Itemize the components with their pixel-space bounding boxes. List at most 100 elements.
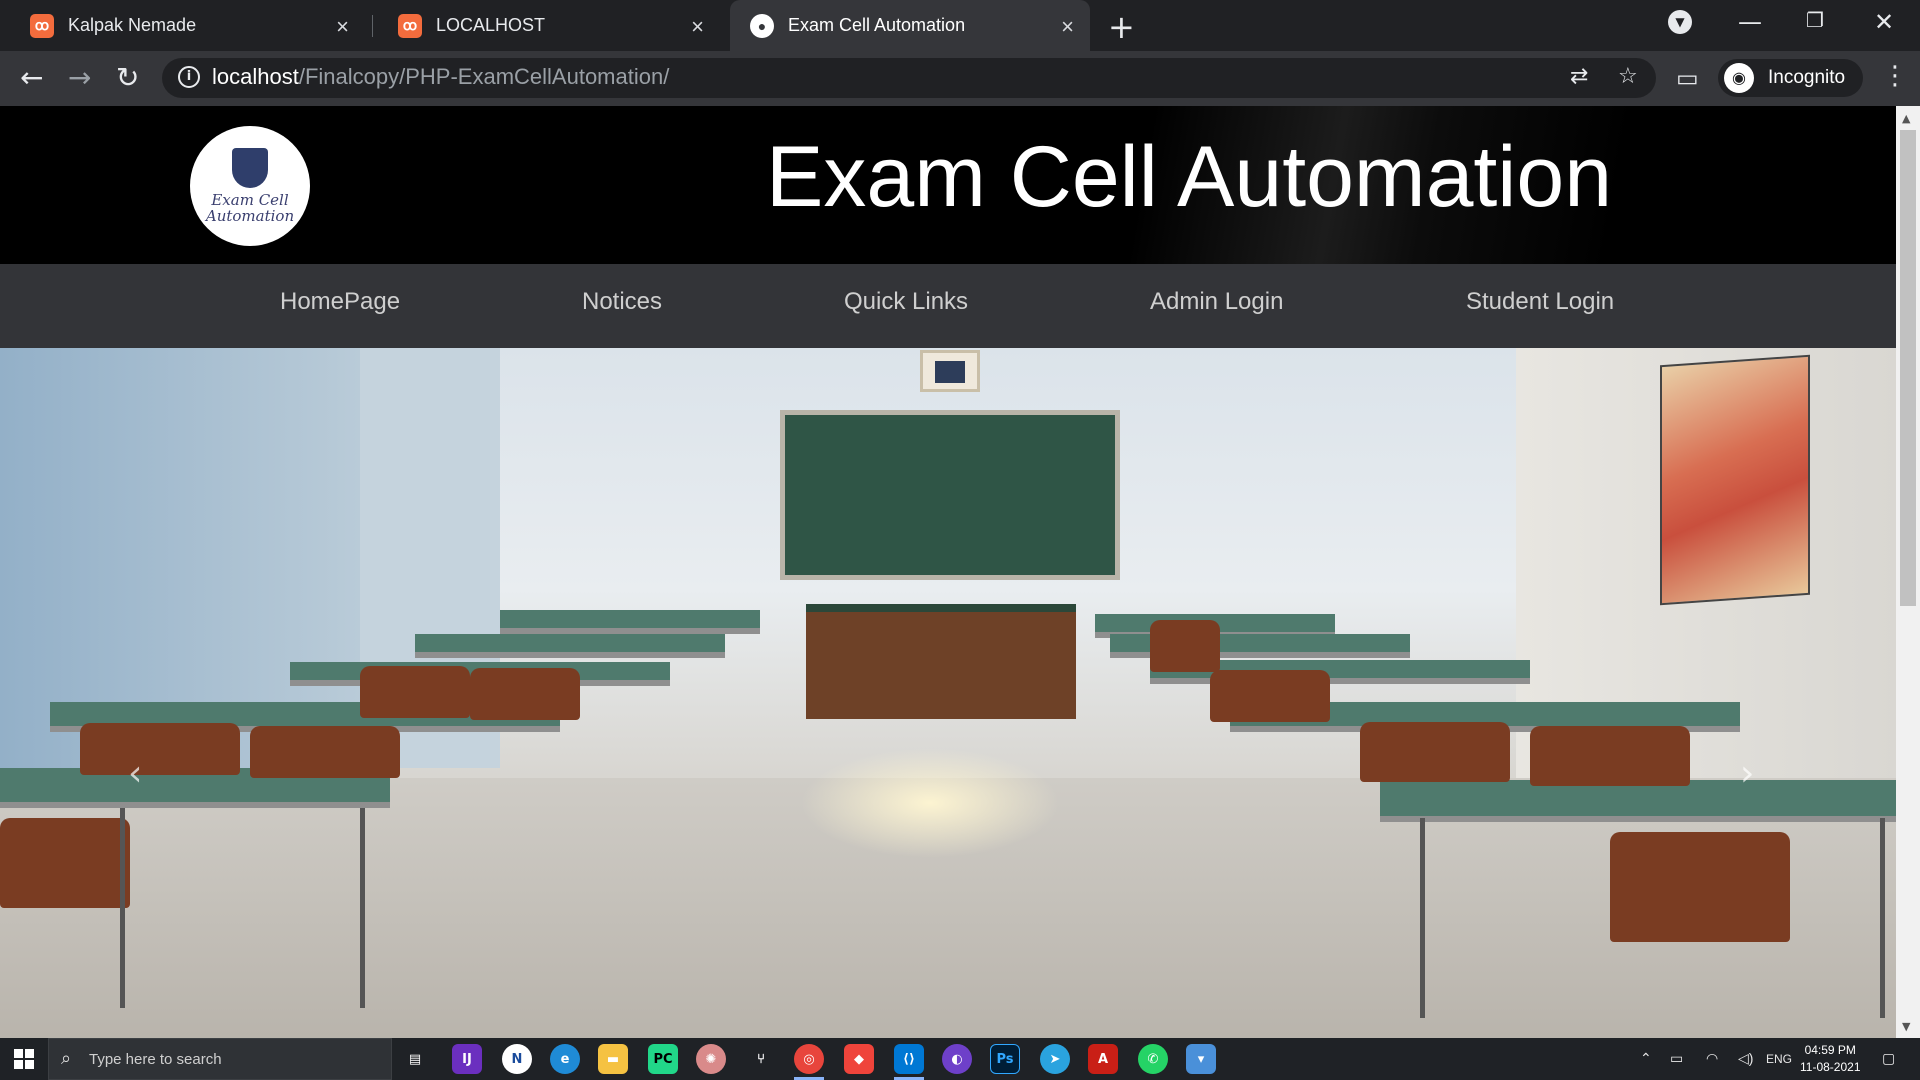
site-header: Exam Cell Automation Exam Cell Automatio… [0, 106, 1896, 264]
acrobat-icon[interactable]: A [1088, 1044, 1118, 1074]
clock-date: 11-08-2021 [1800, 1060, 1861, 1074]
app-icon-2[interactable]: ▾ [1186, 1044, 1216, 1074]
close-tab-icon[interactable]: × [336, 14, 349, 40]
browser-tab[interactable]: ꝏ Kalpak Nemade × [10, 0, 365, 51]
cast-icon[interactable]: ▭ [1676, 64, 1699, 92]
logo-text-line: Automation [205, 207, 295, 225]
wifi-icon[interactable]: ◠ [1706, 1050, 1718, 1067]
xampp-icon: ꝏ [30, 13, 54, 38]
file-explorer-icon[interactable]: ▬ [598, 1044, 628, 1074]
edge-icon[interactable]: e [550, 1044, 580, 1074]
classroom-image [1660, 354, 1810, 606]
reload-icon[interactable]: ↻ [116, 61, 139, 94]
site-navbar: HomePage Notices Quick Links Admin Login… [0, 264, 1896, 348]
classroom-image [935, 361, 965, 383]
browser-tab-strip: ꝏ Kalpak Nemade × ꝏ LOCALHOST × ● Exam C… [0, 0, 1920, 51]
classroom-image [920, 350, 980, 392]
site-logo[interactable]: Exam Cell Automation [190, 126, 310, 246]
nav-notices[interactable]: Notices [582, 288, 662, 316]
minimize-icon[interactable]: — [1738, 8, 1762, 36]
classroom-image [1610, 832, 1790, 942]
language-indicator[interactable]: ENG [1766, 1052, 1792, 1066]
taskbar-search-input[interactable]: ⌕ Type here to search [48, 1038, 392, 1080]
nav-student-login[interactable]: Student Login [1466, 288, 1614, 316]
tab-title: Exam Cell Automation [788, 15, 966, 35]
volume-icon[interactable]: ◁) [1738, 1050, 1753, 1067]
windows-taskbar: ⌕ Type here to search ▤ IJ N e ▬ PC ✺ ⑂ … [0, 1038, 1920, 1080]
new-tab-button[interactable]: + [1108, 8, 1135, 46]
classroom-image [360, 808, 365, 1008]
url-text[interactable]: localhost/Finalcopy/PHP-ExamCellAutomati… [212, 64, 669, 90]
jetbrains-icon[interactable]: IJ [452, 1044, 482, 1074]
incognito-icon: ◉ [1724, 63, 1754, 93]
shield-icon [232, 148, 268, 188]
search-icon: ⌕ [61, 1048, 72, 1068]
bookmark-star-icon[interactable]: ☆ [1618, 64, 1638, 89]
scroll-up-icon[interactable]: ▲ [1902, 112, 1910, 125]
carousel-next-icon[interactable]: › [1740, 753, 1754, 794]
chrome-icon[interactable]: ◎ [794, 1044, 824, 1080]
nav-admin-login[interactable]: Admin Login [1150, 288, 1283, 316]
tab-search-icon[interactable]: ▼ [1668, 10, 1692, 34]
classroom-image [780, 410, 1120, 580]
browser-tab[interactable]: ꝏ LOCALHOST × [378, 0, 720, 51]
site-info-icon[interactable]: i [178, 66, 200, 88]
back-icon[interactable]: ← [20, 61, 43, 94]
classroom-image [500, 610, 760, 634]
hero-carousel: ‹ › [0, 348, 1896, 1038]
windows-start-icon[interactable] [14, 1049, 34, 1069]
task-view-icon[interactable]: ▤ [400, 1044, 430, 1074]
page-scrollbar[interactable]: ▲ ▼ [1896, 106, 1920, 1038]
tab-title: Kalpak Nemade [68, 15, 197, 35]
nav-home[interactable]: HomePage [280, 288, 400, 316]
github-desktop-icon[interactable]: ◐ [942, 1044, 972, 1074]
address-bar[interactable]: i localhost/Finalcopy/PHP-ExamCellAutoma… [162, 58, 1656, 98]
clock-time: 04:59 PM [1804, 1043, 1856, 1057]
classroom-image [1880, 818, 1885, 1018]
search-placeholder: Type here to search [89, 1051, 222, 1068]
photoshop-icon[interactable]: Ps [990, 1044, 1020, 1074]
browser-tab-active[interactable]: ● Exam Cell Automation × [730, 0, 1090, 51]
app-icon[interactable]: N [502, 1044, 532, 1074]
notification-center-icon[interactable]: ▢ [1882, 1050, 1895, 1067]
xampp-icon: ꝏ [398, 13, 422, 38]
classroom-image [80, 723, 240, 775]
classroom-image [1420, 818, 1425, 1018]
page-viewport: Exam Cell Automation Exam Cell Automatio… [0, 106, 1896, 1038]
anydesk-icon[interactable]: ◆ [844, 1044, 874, 1074]
whatsapp-icon[interactable]: ✆ [1138, 1044, 1168, 1074]
classroom-image [470, 668, 580, 720]
battery-icon[interactable]: ▭ [1670, 1050, 1683, 1067]
brain-icon[interactable]: ✺ [696, 1044, 726, 1074]
classroom-image [1530, 726, 1690, 786]
vscode-icon[interactable]: ⟨⟩ [894, 1044, 924, 1080]
carousel-prev-icon[interactable]: ‹ [128, 753, 142, 794]
classroom-image [1210, 670, 1330, 722]
restore-icon[interactable]: ❐ [1806, 8, 1824, 32]
nav-quick-links[interactable]: Quick Links [844, 288, 968, 316]
menu-kebab-icon[interactable]: ⋮ [1882, 61, 1908, 91]
pycharm-icon[interactable]: PC [648, 1044, 678, 1074]
classroom-image [1360, 722, 1510, 782]
forward-icon[interactable]: → [68, 61, 91, 94]
profile-label: Incognito [1768, 67, 1846, 88]
scroll-down-icon[interactable]: ▼ [1902, 1020, 1910, 1033]
classroom-image [0, 818, 130, 908]
close-tab-icon[interactable]: × [691, 14, 704, 40]
system-clock[interactable]: 04:59 PM 11-08-2021 [1800, 1042, 1861, 1076]
logo-text-line: Exam Cell [211, 191, 289, 209]
scrollbar-thumb[interactable] [1900, 130, 1916, 606]
telegram-icon[interactable]: ➤ [1040, 1044, 1070, 1074]
classroom-image [120, 808, 125, 1008]
translate-icon[interactable]: ⇄ [1570, 64, 1588, 89]
classroom-image [1380, 780, 1896, 822]
git-icon[interactable]: ⑂ [746, 1044, 776, 1074]
close-window-icon[interactable]: ✕ [1874, 8, 1894, 36]
tab-title: LOCALHOST [436, 15, 546, 35]
incognito-profile-button[interactable]: ◉ Incognito [1718, 59, 1864, 97]
tab-divider [372, 15, 373, 37]
browser-toolbar: ← → ↻ i localhost/Finalcopy/PHP-ExamCell… [0, 51, 1920, 106]
tray-overflow-icon[interactable]: ⌃ [1640, 1050, 1652, 1067]
close-tab-icon[interactable]: × [1061, 14, 1074, 40]
classroom-image [806, 604, 1076, 719]
